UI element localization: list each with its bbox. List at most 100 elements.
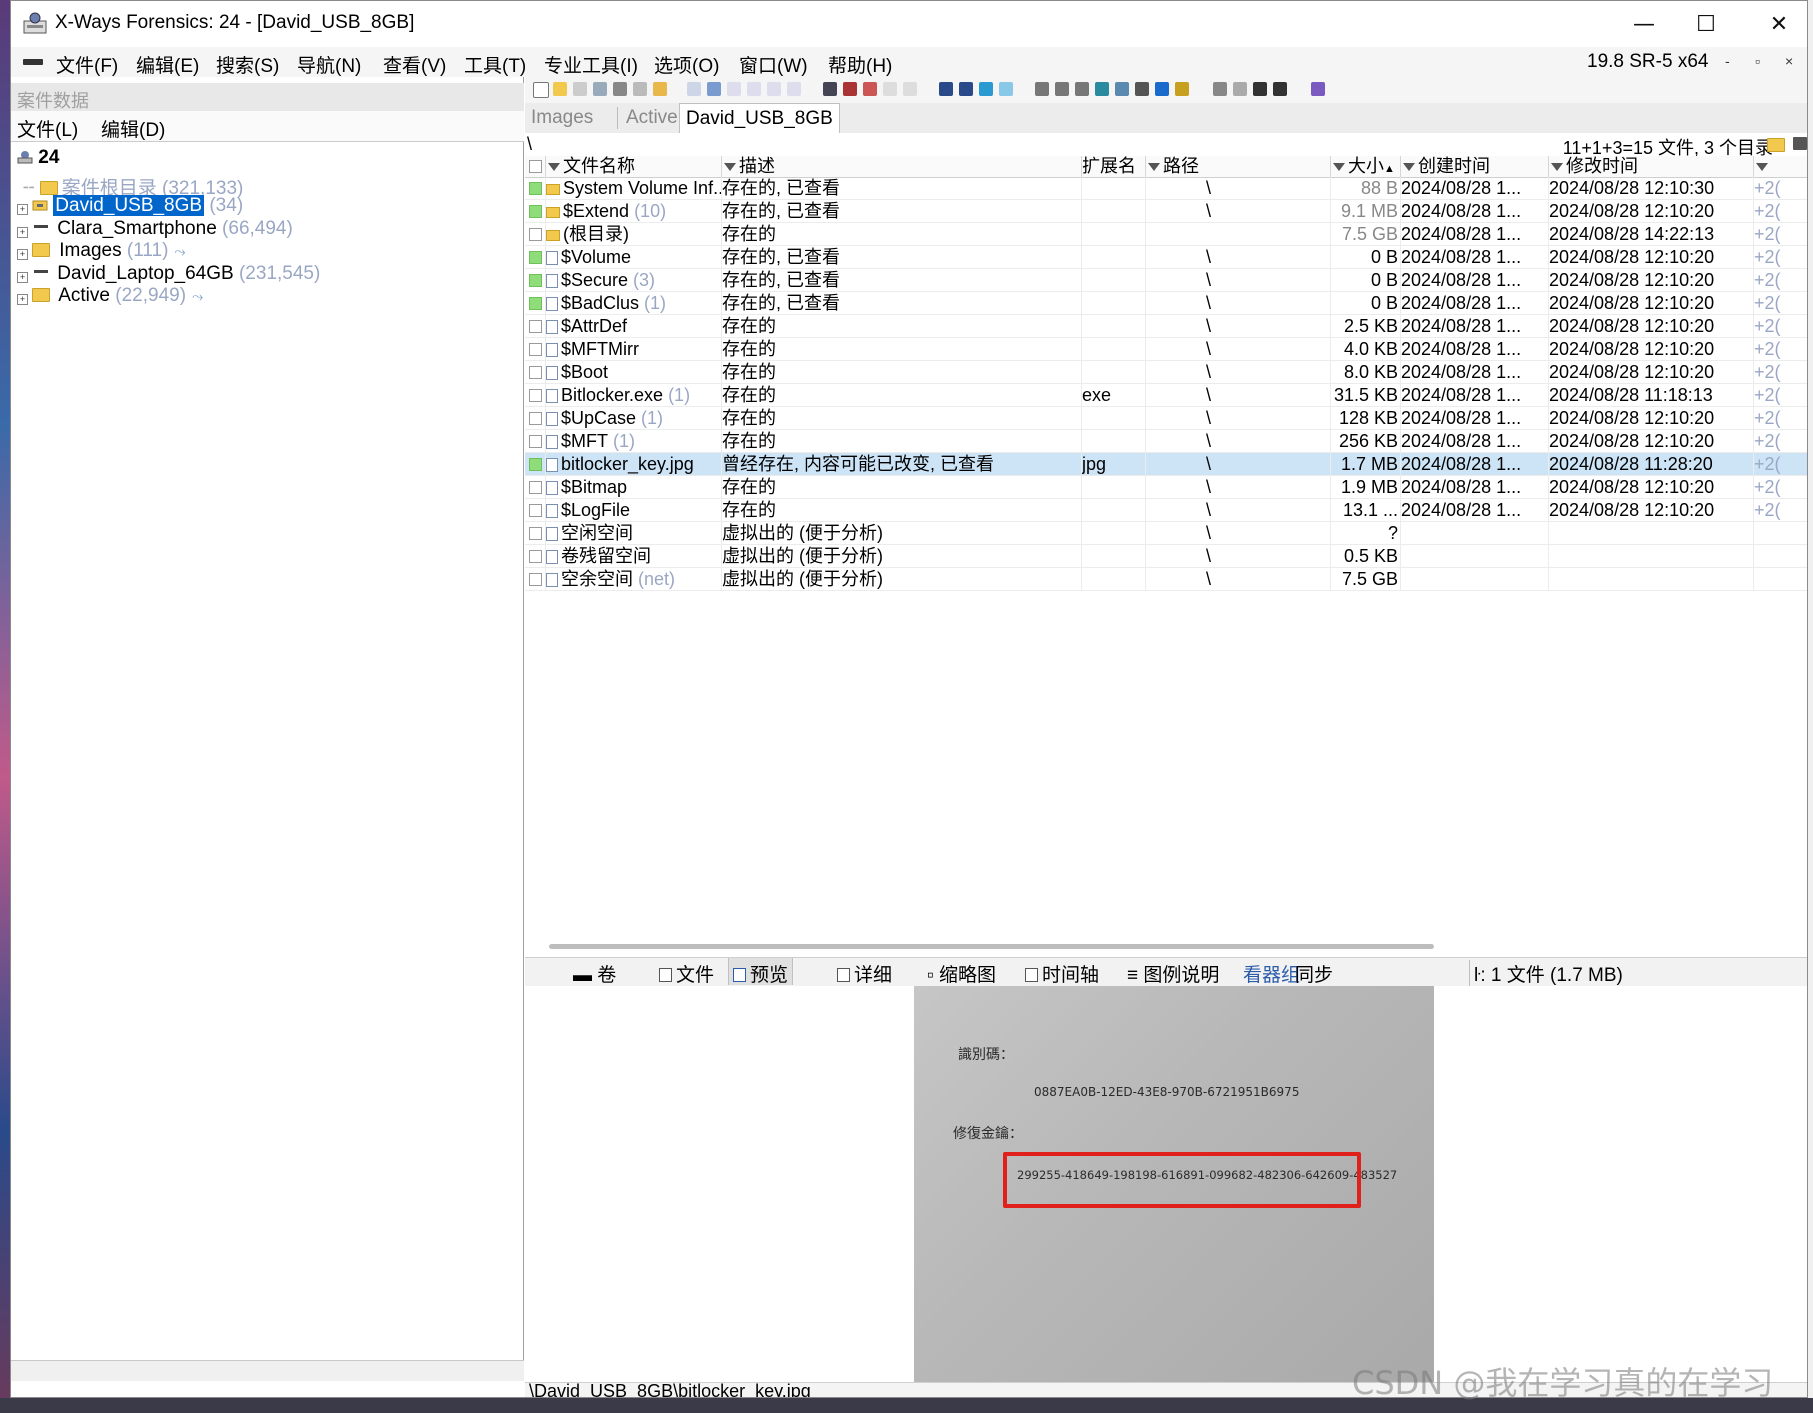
tree-root[interactable]: 24 — [17, 147, 59, 171]
back-arrow-icon[interactable] — [979, 82, 993, 96]
tab-preview[interactable]: 预览 — [728, 958, 794, 986]
menu-tools[interactable]: 工具(T) — [464, 51, 526, 78]
find-text-icon[interactable] — [823, 82, 837, 96]
filter-icon[interactable] — [1403, 163, 1415, 171]
mdi-close-button[interactable]: × — [1785, 53, 1793, 69]
row-checkbox[interactable] — [529, 205, 542, 218]
menu-edit[interactable]: 编辑(E) — [136, 51, 199, 78]
column-modified[interactable]: 修改时间 — [1549, 156, 1754, 177]
row-checkbox[interactable] — [529, 481, 542, 494]
row-checkbox[interactable] — [529, 458, 542, 471]
properties-icon[interactable] — [633, 82, 647, 96]
next-icon[interactable] — [1273, 82, 1287, 96]
menu-help[interactable]: 帮助(H) — [828, 51, 892, 78]
tree-item-case-root-dir[interactable]: ╌ 案件根目录 (321,133) — [23, 173, 243, 199]
menu-window[interactable]: 窗口(W) — [739, 51, 808, 78]
paste-icon[interactable] — [727, 82, 741, 96]
table-row[interactable]: 空闲空间 虚拟出的 (便于分析) \? — [525, 522, 1807, 545]
tab-active[interactable]: Active — [617, 107, 678, 129]
select-all-checkbox[interactable] — [529, 160, 542, 173]
filter-icon[interactable] — [1148, 163, 1160, 171]
row-checkbox[interactable] — [529, 366, 542, 379]
tab-file[interactable]: 文件 — [659, 960, 714, 987]
column-filename[interactable]: 文件名称 — [546, 156, 722, 177]
table-row[interactable]: $UpCase (1) 存在的 \ 128 KB 2024/08/28 1... 2024/… — [525, 407, 1807, 430]
close-button[interactable]: ✕ — [1748, 1, 1807, 47]
filter-icon[interactable] — [1551, 163, 1563, 171]
column-size[interactable]: 大小▲ — [1331, 156, 1401, 177]
row-checkbox[interactable] — [529, 389, 542, 402]
table-row[interactable]: bitlocker_key.jpg 曾经存在, 内容可能已改变, 已查看 jpg \ 1… — [525, 453, 1807, 476]
print-icon[interactable] — [593, 82, 607, 96]
row-checkbox[interactable] — [529, 573, 542, 586]
filter-icon[interactable] — [724, 163, 736, 171]
menu-navigate[interactable]: 导航(N) — [297, 51, 361, 78]
ram-icon[interactable] — [1075, 82, 1089, 96]
row-checkbox[interactable] — [529, 412, 542, 425]
menu-view[interactable]: 查看(V) — [383, 51, 446, 78]
expand-icon[interactable]: + — [17, 204, 28, 215]
table-row[interactable]: $LogFile 存在的 \ 13.1 ... 2024/08/28 1... 2024/… — [525, 499, 1807, 522]
table-row[interactable]: System Volume Inf... 存在的, 已查看 \ 88 B 2024/08… — [525, 177, 1807, 200]
disk-icon[interactable] — [613, 82, 627, 96]
expand-icon[interactable]: + — [17, 294, 28, 305]
menu-search[interactable]: 搜索(S) — [216, 51, 279, 78]
mdi-minimize-button[interactable]: - — [1725, 53, 1730, 69]
row-checkbox[interactable] — [529, 182, 542, 195]
table-row[interactable]: $AttrDef 存在的 \ 2.5 KB 2024/08/28 1... 2024/08… — [525, 315, 1807, 338]
menu-file[interactable]: 文件(F) — [56, 51, 118, 78]
find-hex-icon[interactable] — [843, 82, 857, 96]
table-row[interactable]: Bitlocker.exe (1) 存在的 exe \ 31.5 KB 2024/08/28… — [525, 384, 1807, 407]
new-case-icon[interactable] — [533, 82, 549, 98]
table-row[interactable]: $Volume 存在的, 已查看 \ 0 B 2024/08/28 1... 2024/0… — [525, 246, 1807, 269]
settings-gear-icon[interactable] — [1175, 82, 1189, 96]
table-row[interactable]: 空余空间 (net) 虚拟出的 (便于分析) \ 7.5 GB — [525, 568, 1807, 591]
tree-item-david-laptop[interactable]: + David_Laptop_64GB (231,545) — [17, 263, 320, 287]
copy-icon[interactable] — [707, 82, 721, 96]
row-checkbox[interactable] — [529, 320, 542, 333]
row-checkbox[interactable] — [529, 527, 542, 540]
table-row[interactable]: $Bitmap 存在的 \ 1.9 MB 2024/08/28 1... 2024/08/… — [525, 476, 1807, 499]
picture-icon[interactable] — [1155, 82, 1169, 96]
save-icon[interactable] — [573, 82, 587, 96]
image-tools-icon[interactable] — [1055, 82, 1069, 96]
table-row[interactable]: (根目录) 存在的 7.5 GB 2024/08/28 1... 2024/08/28 … — [525, 223, 1807, 246]
expand-icon[interactable]: + — [17, 249, 28, 260]
tree-item-active[interactable]: + Active (22,949) ⤳ — [17, 285, 203, 309]
tree-item-images[interactable]: + Images (111) ⤳ — [17, 240, 186, 264]
open-folder-icon[interactable] — [553, 82, 567, 96]
replace-icon[interactable] — [883, 82, 897, 96]
row-checkbox[interactable] — [529, 251, 542, 264]
chat-icon[interactable] — [1135, 82, 1149, 96]
filter-icon[interactable] — [1756, 163, 1768, 171]
forward-arrow-icon[interactable] — [999, 82, 1013, 96]
row-checkbox[interactable] — [529, 504, 542, 517]
table-row[interactable]: $Extend (10) 存在的, 已查看 \ 9.1 MB 2024/08/28 1..… — [525, 200, 1807, 223]
row-checkbox[interactable] — [529, 343, 542, 356]
table-row[interactable]: $Secure (3) 存在的, 已查看 \ 0 B 2024/08/28 1... 202… — [525, 269, 1807, 292]
tree-item-david-usb[interactable]: + David_USB_8GB (34) — [17, 195, 243, 219]
goto-offset-icon[interactable] — [939, 82, 953, 96]
filter-icon[interactable] — [548, 163, 560, 171]
row-checkbox[interactable] — [529, 297, 542, 310]
calculator-icon[interactable] — [1095, 82, 1109, 96]
table-row[interactable]: $BadClus (1) 存在的, 已查看 \ 0 B 2024/08/28 1... 20… — [525, 292, 1807, 315]
column-description[interactable]: 描述 — [722, 156, 1082, 177]
tab-images[interactable]: Images — [531, 107, 593, 129]
table-row[interactable]: $MFTMirr 存在的 \ 4.0 KB 2024/08/28 1... 2024/08… — [525, 338, 1807, 361]
mdi-restore-button[interactable]: ▫ — [1755, 53, 1760, 69]
filter-icon[interactable] — [1333, 163, 1345, 171]
scrollbar-thumb[interactable] — [549, 944, 1434, 949]
row-checkbox[interactable] — [529, 550, 542, 563]
case-menu-edit[interactable]: 编辑(D) — [101, 115, 165, 142]
select-all-checkbox-col[interactable] — [525, 156, 546, 177]
row-checkbox[interactable] — [529, 435, 542, 448]
zoom-icon[interactable] — [1115, 82, 1129, 96]
system-menu-icon[interactable] — [23, 59, 43, 65]
book-icon[interactable] — [1311, 82, 1325, 96]
grid-icon[interactable] — [1213, 82, 1227, 96]
expand-icon[interactable]: + — [17, 227, 28, 238]
expand-icon[interactable]: + — [17, 272, 28, 283]
menu-specialist[interactable]: 专业工具(I) — [544, 51, 638, 78]
disk-tools-icon[interactable] — [1035, 82, 1049, 96]
